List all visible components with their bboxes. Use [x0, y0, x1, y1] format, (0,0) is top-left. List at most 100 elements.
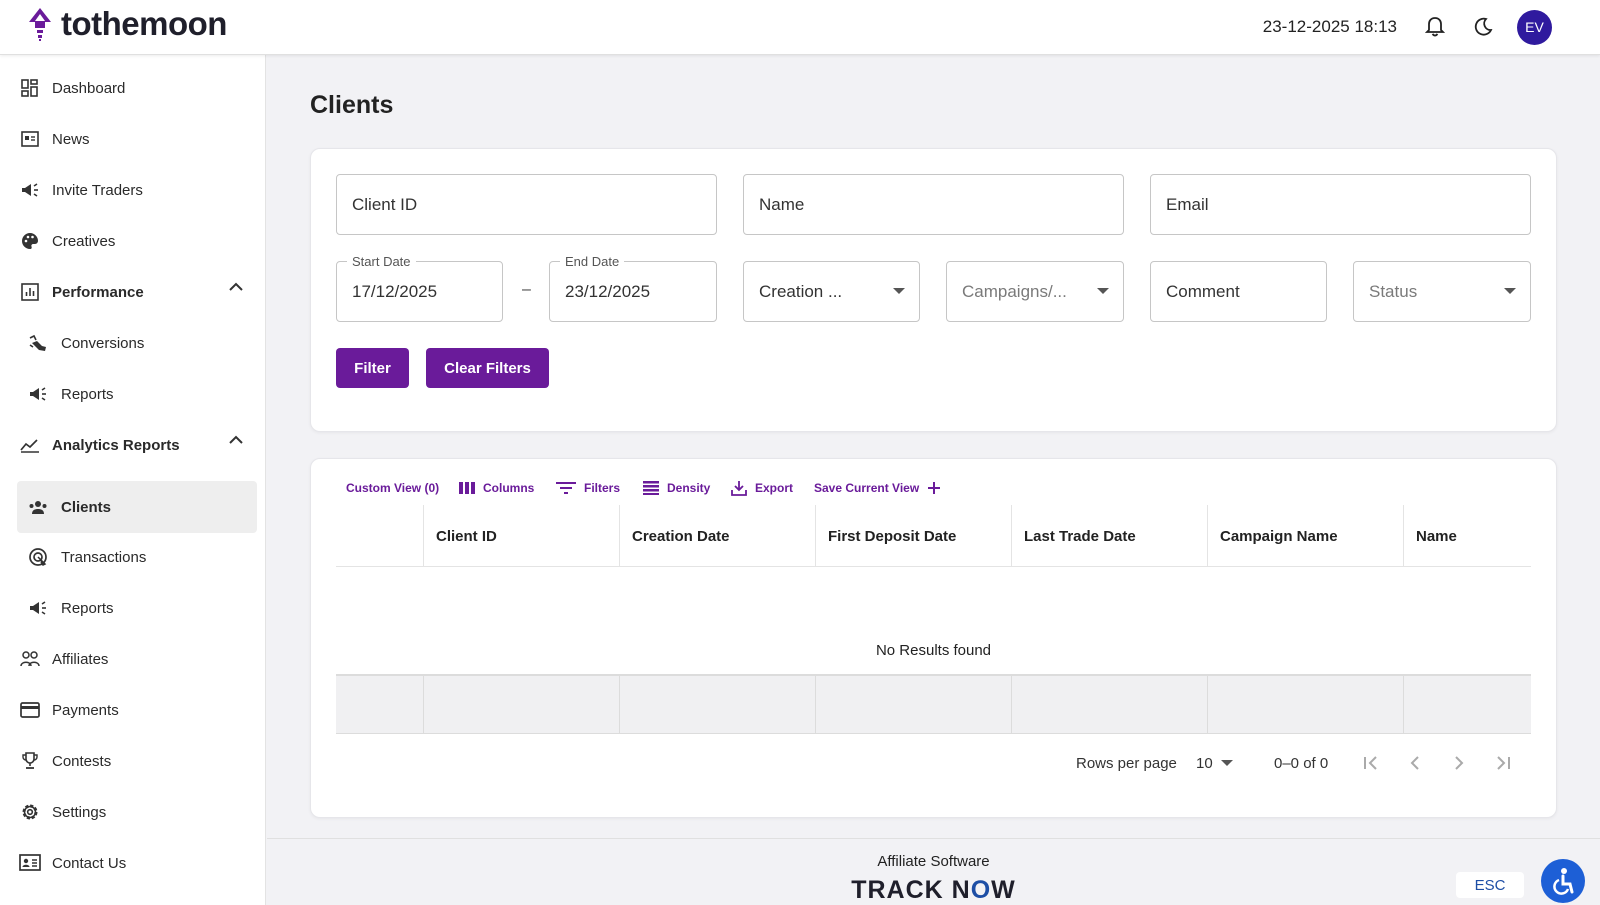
chevron-left-icon	[1410, 756, 1419, 770]
density-icon	[643, 481, 659, 495]
dropdown-arrow-icon	[1220, 760, 1233, 766]
rocket-logo-icon	[29, 8, 51, 41]
column-header-client-id[interactable]: Client ID	[423, 505, 619, 567]
column-header-name[interactable]: Name	[1403, 505, 1531, 567]
name-input[interactable]: Name	[743, 174, 1124, 235]
conversions-icon	[27, 332, 49, 354]
end-date-input[interactable]: End Date 23/12/2025	[549, 254, 717, 322]
column-header-campaign-name[interactable]: Campaign Name	[1207, 505, 1403, 567]
sidebar-item-reports-analytics[interactable]: Reports	[17, 583, 257, 633]
esc-button[interactable]: ESC	[1456, 872, 1524, 898]
plus-icon	[928, 482, 941, 494]
start-date-input[interactable]: Start Date 17/12/2025	[336, 254, 503, 322]
footer-brand-logo[interactable]: TRACK NOW	[267, 876, 1600, 905]
filter-button[interactable]: Filter	[336, 348, 409, 388]
export-button[interactable]: Export	[731, 476, 793, 500]
top-bar: tothemoon 23-12-2025 18:13 EV	[0, 0, 1600, 55]
sidebar-item-creatives[interactable]: Creatives	[17, 216, 257, 266]
megaphone-icon	[27, 383, 49, 405]
brand-name: tothemoon	[61, 5, 227, 42]
pagination-range: 0–0 of 0	[1274, 754, 1329, 772]
trophy-icon	[19, 750, 41, 772]
sidebar-item-contact-us[interactable]: Contact Us	[17, 838, 257, 888]
start-date-label: Start Date	[347, 254, 416, 269]
chart-box-icon	[19, 281, 41, 303]
chevron-up-icon	[229, 282, 243, 291]
last-page-button[interactable]	[1490, 750, 1516, 776]
sidebar-item-clients[interactable]: Clients	[17, 481, 257, 533]
columns-button[interactable]: Columns	[459, 476, 534, 500]
user-avatar[interactable]: EV	[1517, 9, 1552, 45]
footer-label: Affiliate Software	[877, 853, 990, 870]
table-cell	[1403, 676, 1404, 734]
download-icon	[731, 481, 747, 496]
current-datetime: 23-12-2025 18:13	[1262, 17, 1397, 36]
sidebar-item-contests[interactable]: Contests	[17, 736, 257, 786]
status-select[interactable]: Status	[1353, 261, 1531, 322]
dropdown-arrow-icon	[1097, 288, 1109, 294]
filter-lines-icon	[556, 482, 576, 494]
rows-per-page-select[interactable]: 10	[1196, 748, 1233, 778]
group-icon	[19, 648, 41, 670]
empty-message: No Results found	[875, 642, 992, 659]
accessibility-button[interactable]	[1541, 859, 1585, 903]
email-input[interactable]: Email	[1150, 174, 1531, 235]
custom-view-button[interactable]: Custom View (0)	[346, 476, 439, 500]
page-title: Clients	[310, 91, 394, 119]
theme-toggle-button[interactable]	[1459, 3, 1507, 51]
creation-select[interactable]: Creation ...	[743, 261, 920, 322]
dropdown-arrow-icon	[1504, 288, 1516, 294]
megaphone-icon	[19, 179, 41, 201]
contact-icon	[19, 852, 41, 874]
columns-icon	[459, 482, 475, 494]
column-header-creation-date[interactable]: Creation Date	[619, 505, 815, 567]
brand-logo[interactable]: tothemoon	[27, 4, 227, 44]
gear-icon	[19, 801, 41, 823]
bell-icon	[1425, 17, 1445, 37]
next-page-button[interactable]	[1446, 750, 1472, 776]
campaigns-select[interactable]: Campaigns/...	[946, 261, 1124, 322]
table-cell	[619, 676, 620, 734]
clear-filters-button[interactable]: Clear Filters	[426, 348, 549, 388]
table-footer-row	[336, 674, 1531, 734]
dashboard-icon	[19, 77, 41, 99]
line-chart-icon	[19, 434, 41, 456]
rows-per-page-label: Rows per page	[1076, 754, 1177, 772]
sidebar-item-invite-traders[interactable]: Invite Traders	[17, 165, 257, 215]
sidebar-item-dashboard[interactable]: Dashboard	[17, 63, 257, 113]
first-page-button[interactable]	[1358, 750, 1384, 776]
density-button[interactable]: Density	[643, 476, 710, 500]
dropdown-arrow-icon	[893, 288, 905, 294]
sidebar: Dashboard News Invite Traders Creatives …	[0, 55, 266, 905]
table-cell	[1011, 676, 1012, 734]
notifications-button[interactable]	[1411, 3, 1459, 51]
chevron-right-icon	[1455, 756, 1464, 770]
sidebar-item-conversions[interactable]: Conversions	[17, 318, 257, 368]
sidebar-item-news[interactable]: News	[17, 114, 257, 164]
target-icon	[27, 546, 49, 568]
chevron-up-icon	[229, 435, 243, 444]
comment-input[interactable]: Comment	[1150, 261, 1327, 322]
previous-page-button[interactable]	[1402, 750, 1428, 776]
table-header: Client ID Creation Date First Deposit Da…	[336, 505, 1531, 567]
sidebar-item-settings[interactable]: Settings	[17, 787, 257, 837]
sidebar-item-performance[interactable]: Performance	[17, 267, 257, 317]
sidebar-item-transactions[interactable]: Transactions	[17, 532, 257, 582]
table-cell	[815, 676, 816, 734]
palette-icon	[19, 230, 41, 252]
column-header-last-trade-date[interactable]: Last Trade Date	[1011, 505, 1207, 567]
client-id-input[interactable]: Client ID	[336, 174, 717, 235]
sidebar-item-affiliates[interactable]: Affiliates	[17, 634, 257, 684]
sidebar-item-analytics-reports[interactable]: Analytics Reports	[17, 420, 257, 470]
megaphone-icon	[27, 597, 49, 619]
first-page-icon	[1364, 756, 1377, 770]
accessibility-icon	[1553, 868, 1574, 895]
people-icon	[27, 496, 49, 518]
column-header-first-deposit-date[interactable]: First Deposit Date	[815, 505, 1011, 567]
save-current-view-button[interactable]: Save Current View	[814, 476, 941, 500]
sidebar-item-payments[interactable]: Payments	[17, 685, 257, 735]
moon-icon	[1474, 17, 1493, 36]
sidebar-item-reports-performance[interactable]: Reports	[17, 369, 257, 419]
card-icon	[19, 699, 41, 721]
filters-toolbar-button[interactable]: Filters	[556, 476, 620, 500]
